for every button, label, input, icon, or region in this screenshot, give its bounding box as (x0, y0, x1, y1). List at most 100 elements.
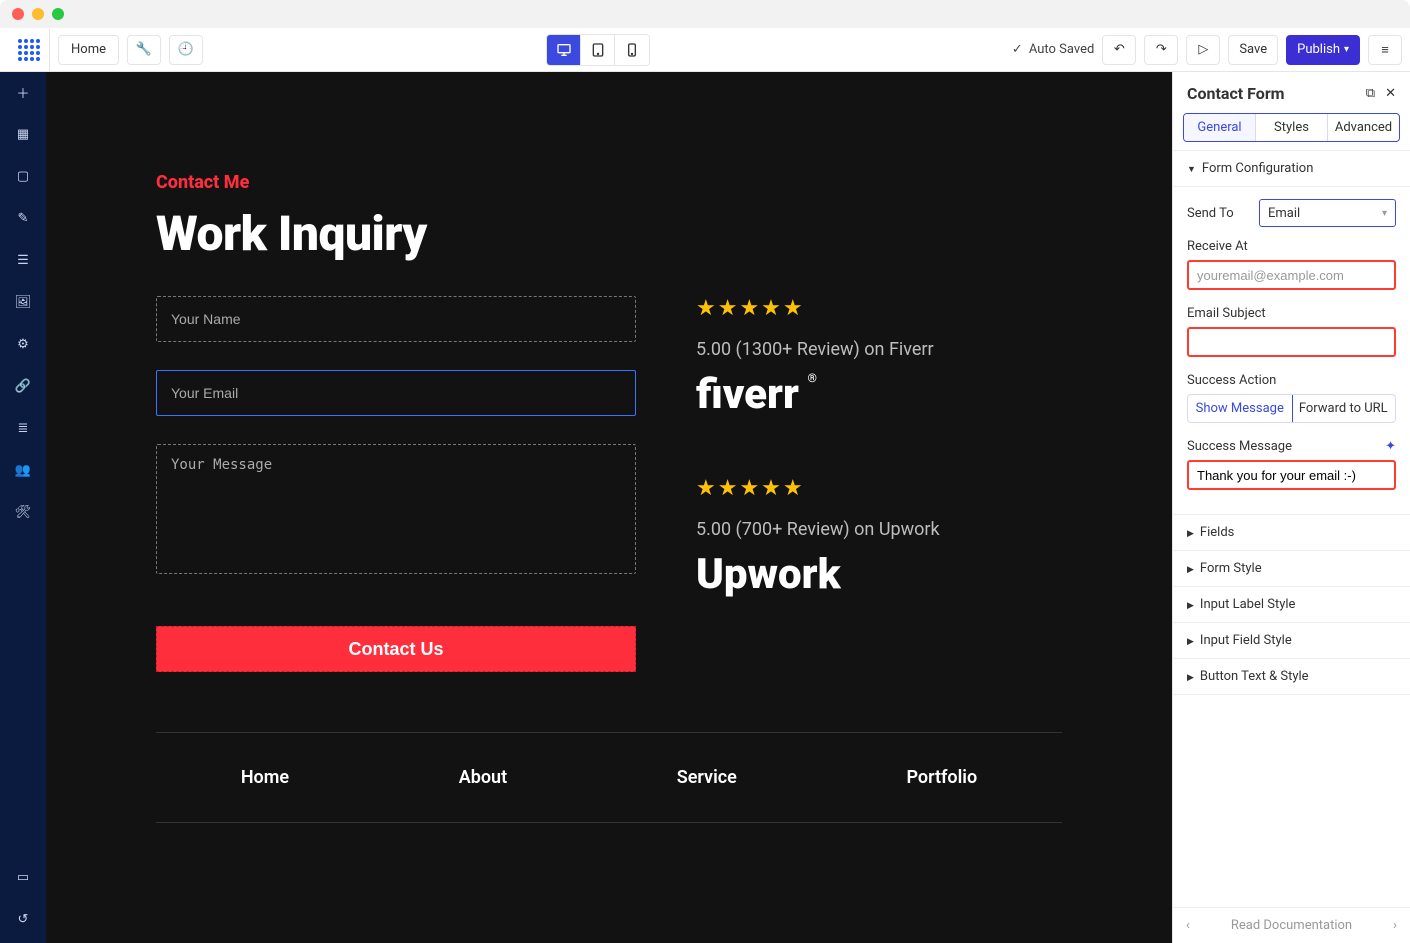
canvas[interactable]: Contact Me Work Inquiry Contact Us ★★★★★ (46, 72, 1172, 943)
section-form-style[interactable]: Form Style (1173, 550, 1410, 586)
rail-help-button[interactable]: ↺ (13, 909, 33, 929)
rail-design-button[interactable]: ✎ (13, 208, 33, 228)
rail-layers-button[interactable]: ☰ (13, 250, 33, 270)
section-fields[interactable]: Fields (1173, 514, 1410, 550)
form-submit-button[interactable]: Contact Us (156, 626, 636, 672)
tab-general[interactable]: General (1184, 114, 1256, 141)
clock-icon: 🕘 (178, 42, 194, 57)
read-documentation-link[interactable]: Read Documentation (1203, 918, 1380, 933)
form-name-input[interactable] (156, 296, 636, 342)
plus-icon: ＋ (16, 83, 29, 102)
rail-add-button[interactable]: ＋ (13, 82, 33, 102)
wrench-icon: 🔧 (136, 42, 152, 57)
check-icon: ✓ (1012, 42, 1023, 57)
rail-integrations-button[interactable]: 🔗 (13, 376, 33, 396)
desktop-icon (556, 42, 572, 58)
preview-button[interactable]: ▷ (1186, 35, 1220, 65)
rail-media-button[interactable]: 🖼 (13, 292, 33, 312)
section-button-text-style[interactable]: Button Text & Style (1173, 658, 1410, 695)
device-mobile-button[interactable] (615, 35, 649, 65)
rail-settings-button[interactable]: ⚙ (13, 334, 33, 354)
duplicate-icon[interactable]: ⧉ (1366, 86, 1375, 101)
logo-grid-icon (18, 39, 40, 61)
save-button[interactable]: Save (1228, 35, 1278, 65)
footer-next-button[interactable]: › (1380, 918, 1410, 933)
left-rail: ＋ ▦ ▢ ✎ ☰ 🖼 ⚙ 🔗 ≣ 👥 🛠 ▭ ↺ (0, 72, 46, 943)
device-desktop-button[interactable] (547, 35, 581, 65)
section-label: Input Label Style (1200, 597, 1296, 612)
receive-at-input[interactable] (1187, 260, 1396, 290)
rating-text: 5.00 (700+ Review) on Upwork (696, 519, 1036, 540)
rail-tools-button[interactable]: 🛠 (13, 502, 33, 522)
caret-right-icon (1187, 561, 1194, 576)
caret-right-icon (1187, 525, 1194, 540)
top-toolbar: Home 🔧 🕘 ✓ Auto Saved ↶ ↷ ▷ Save Publish… (0, 28, 1410, 72)
page-icon: ▢ (17, 169, 29, 184)
email-subject-input[interactable] (1187, 327, 1396, 357)
tab-styles[interactable]: Styles (1256, 114, 1328, 141)
auto-saved-label: Auto Saved (1029, 42, 1094, 57)
panel-footer: ‹ Read Documentation › (1173, 907, 1410, 943)
magic-wand-icon[interactable]: ✦ (1385, 439, 1396, 454)
form-message-input[interactable] (156, 444, 636, 574)
send-to-value: Email (1268, 206, 1300, 221)
stars-icon: ★★★★★ (696, 296, 1036, 321)
footer-prev-button[interactable]: ‹ (1173, 918, 1203, 933)
success-message-input[interactable] (1187, 460, 1396, 490)
success-action-show-message[interactable]: Show Message (1187, 394, 1293, 423)
section-input-label-style[interactable]: Input Label Style (1173, 586, 1410, 622)
chevron-down-icon: ▾ (1344, 44, 1349, 55)
section-label: Form Configuration (1202, 161, 1313, 176)
form-email-input[interactable] (156, 370, 636, 416)
device-tablet-button[interactable] (581, 35, 615, 65)
panel-tabs: General Styles Advanced (1183, 113, 1400, 142)
section-form-configuration[interactable]: Form Configuration (1173, 150, 1410, 187)
image-icon: 🖼 (15, 295, 32, 310)
rail-blocks-button[interactable]: ▦ (13, 124, 33, 144)
close-icon[interactable]: ✕ (1385, 86, 1396, 101)
app-logo[interactable] (8, 29, 50, 71)
submit-label: Contact Us (348, 639, 443, 659)
book-icon: ▭ (17, 870, 29, 885)
section-label: Input Field Style (1200, 633, 1292, 648)
tab-advanced[interactable]: Advanced (1328, 114, 1399, 141)
device-switcher (546, 34, 650, 66)
window-maximize-dot[interactable] (52, 8, 64, 20)
history-button[interactable]: 🕘 (169, 35, 203, 65)
send-to-select[interactable]: Email ▾ (1259, 199, 1396, 227)
section-label: Fields (1200, 525, 1234, 540)
success-action-forward-url[interactable]: Forward to URL (1292, 395, 1396, 422)
review-block-upwork: ★★★★★ 5.00 (700+ Review) on Upwork Upwor… (696, 476, 1036, 596)
section-eyebrow: Contact Me (156, 172, 1076, 193)
footer-nav-home[interactable]: Home (241, 767, 289, 788)
caret-down-icon (1187, 161, 1196, 176)
send-to-label: Send To (1187, 206, 1259, 221)
contact-form-block[interactable]: Contact Us (156, 296, 636, 672)
section-label: Button Text & Style (1200, 669, 1309, 684)
tablet-icon (590, 42, 606, 58)
auto-saved-status: ✓ Auto Saved (1012, 42, 1094, 57)
redo-icon: ↷ (1156, 42, 1167, 57)
pencil-ruler-icon: ✎ (18, 211, 29, 226)
home-breadcrumb[interactable]: Home (58, 35, 119, 65)
window-close-dot[interactable] (12, 8, 24, 20)
undo-button[interactable]: ↶ (1102, 35, 1136, 65)
settings-button[interactable]: 🔧 (127, 35, 161, 65)
hamburger-menu-button[interactable]: ≡ (1368, 35, 1402, 65)
rail-docs-button[interactable]: ▭ (13, 867, 33, 887)
play-icon: ▷ (1198, 42, 1208, 57)
rail-users-button[interactable]: 👥 (13, 460, 33, 480)
section-input-field-style[interactable]: Input Field Style (1173, 622, 1410, 658)
footer-nav-about[interactable]: About (459, 767, 507, 788)
rail-data-button[interactable]: ≣ (13, 418, 33, 438)
footer-nav-portfolio[interactable]: Portfolio (906, 767, 977, 788)
window-minimize-dot[interactable] (32, 8, 44, 20)
redo-button[interactable]: ↷ (1144, 35, 1178, 65)
caret-right-icon (1187, 633, 1194, 648)
footer-nav: Home About Service Portfolio (156, 732, 1062, 823)
rail-pages-button[interactable]: ▢ (13, 166, 33, 186)
publish-button[interactable]: Publish ▾ (1286, 35, 1360, 65)
footer-nav-service[interactable]: Service (677, 767, 737, 788)
home-label: Home (71, 42, 106, 57)
page-section: Contact Me Work Inquiry Contact Us ★★★★★ (46, 72, 1172, 943)
